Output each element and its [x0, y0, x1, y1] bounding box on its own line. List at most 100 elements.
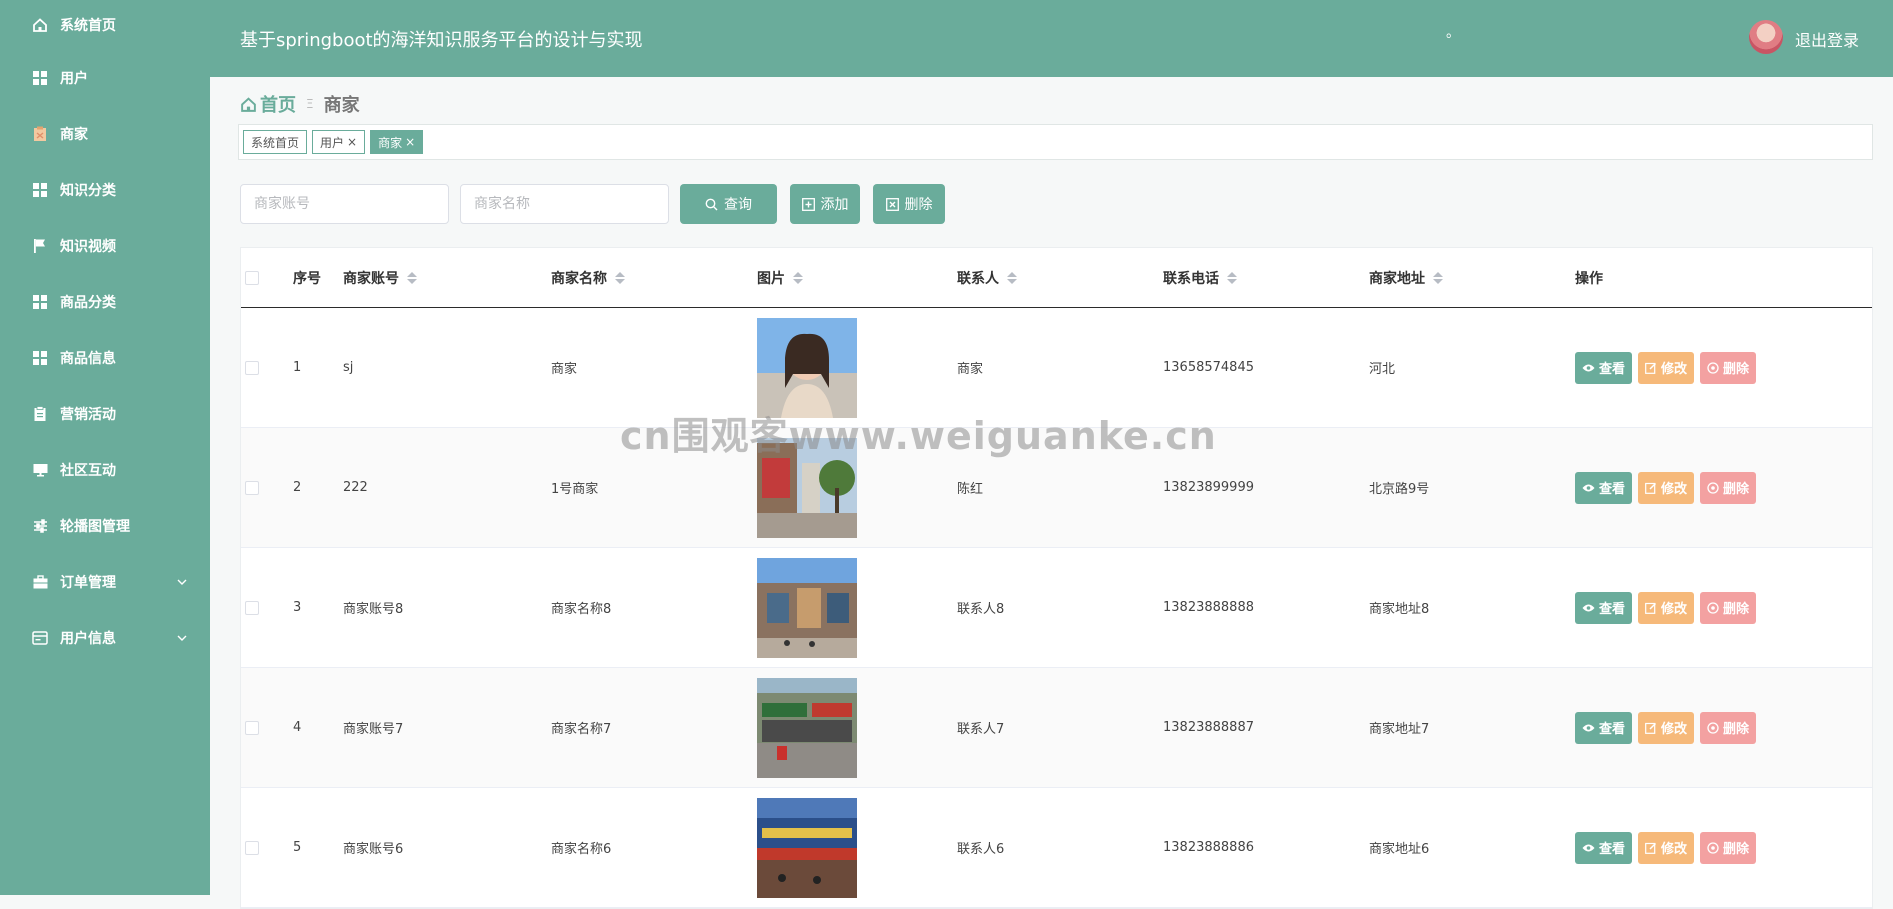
row-checkbox[interactable] — [245, 840, 259, 855]
tag-merchants[interactable]: 商家 × — [370, 130, 424, 154]
delete-label: 删除 — [1723, 481, 1750, 496]
edit-button[interactable]: 修改 — [1638, 471, 1695, 504]
sidebar-item-user-info[interactable]: 用户信息 — [0, 610, 210, 666]
sidebar-item-label: 商品信息 — [60, 351, 116, 367]
row-checkbox[interactable] — [245, 360, 259, 375]
clipboard-icon — [32, 406, 48, 422]
card-icon — [32, 630, 48, 646]
edit-button[interactable]: 修改 — [1638, 351, 1695, 384]
chevron-down-icon[interactable] — [176, 575, 188, 593]
view-button[interactable]: 查看 — [1575, 471, 1633, 504]
eye-icon — [1582, 484, 1595, 491]
edit-button[interactable]: 修改 — [1638, 711, 1695, 744]
sidebar-item-product-info[interactable]: 商品信息 — [0, 330, 210, 386]
cell-address: 商家地址7 — [1369, 722, 1430, 737]
edit-button[interactable]: 修改 — [1638, 591, 1695, 624]
sidebar-item-orders[interactable]: 订单管理 — [0, 554, 210, 610]
cell-account: 商家账号7 — [343, 722, 404, 737]
sidebar-item-home[interactable]: 系统首页 — [0, 0, 210, 50]
sidebar-item-knowledge-category[interactable]: 知识分类 — [0, 162, 210, 218]
sidebar-item-marketing[interactable]: 营销活动 — [0, 386, 210, 442]
row-checkbox[interactable] — [245, 480, 259, 495]
sort-icon[interactable] — [793, 271, 803, 284]
cell-name: 商家名称6 — [551, 842, 612, 857]
col-image-label: 图片 — [757, 270, 785, 287]
view-button[interactable]: 查看 — [1575, 591, 1633, 624]
edit-icon — [1645, 482, 1657, 494]
sort-icon[interactable] — [1433, 271, 1443, 284]
col-contact-label: 联系人 — [957, 270, 999, 287]
delete-button[interactable]: 删除 — [1700, 831, 1757, 864]
chevron-down-icon[interactable] — [176, 631, 188, 649]
cell-account: sj — [343, 360, 354, 375]
delete-button[interactable]: 删除 — [1700, 471, 1757, 504]
sidebar-item-knowledge-video[interactable]: 知识视频 — [0, 218, 210, 274]
avatar[interactable] — [1749, 20, 1783, 54]
sidebar-item-carousel[interactable]: 轮播图管理 — [0, 498, 210, 554]
edit-label: 修改 — [1661, 361, 1688, 376]
col-address[interactable]: 商家地址 — [1369, 268, 1575, 288]
sidebar-item-users[interactable]: 用户 — [0, 50, 210, 106]
view-button[interactable]: 查看 — [1575, 351, 1633, 384]
select-all-checkbox[interactable] — [245, 270, 259, 285]
delete-label: 删除 — [1723, 601, 1750, 616]
breadcrumb-current: 商家 — [323, 95, 360, 116]
row-checkbox[interactable] — [245, 720, 259, 735]
view-label: 查看 — [1599, 601, 1626, 616]
edit-label: 修改 — [1661, 601, 1688, 616]
cell-name: 商家名称8 — [551, 602, 612, 617]
sidebar-item-merchants[interactable]: 商家 — [0, 106, 210, 162]
col-account[interactable]: 商家账号 — [343, 268, 551, 288]
col-name[interactable]: 商家名称 — [551, 268, 757, 288]
merchant-photo — [757, 557, 857, 658]
view-button[interactable]: 查看 — [1575, 831, 1633, 864]
sidebar-item-product-category[interactable]: 商品分类 — [0, 274, 210, 330]
col-no: 序号 — [293, 270, 321, 287]
sort-icon[interactable] — [407, 271, 417, 284]
merchant-table: 序号 商家账号 商家名称 图片 联系人 联系电话 商家地址 操作 1 sj 商家… — [240, 247, 1873, 909]
sort-icon[interactable] — [1227, 271, 1237, 284]
cell-phone: 13823899999 — [1163, 480, 1254, 495]
plus-square-icon — [801, 197, 815, 211]
edit-button[interactable]: 修改 — [1638, 831, 1695, 864]
merchant-account-input[interactable] — [240, 184, 449, 224]
sort-icon[interactable] — [1007, 271, 1017, 284]
add-button[interactable]: 添加 — [790, 184, 860, 224]
breadcrumb-home[interactable]: 首页 — [240, 91, 296, 117]
app-title: 基于springboot的海洋知识服务平台的设计与实现 — [240, 30, 643, 51]
cell-phone: 13823888887 — [1163, 720, 1254, 735]
col-address-label: 商家地址 — [1369, 270, 1425, 287]
edit-icon — [1645, 722, 1657, 734]
cell-no: 1 — [293, 360, 302, 375]
sidebar-item-label: 社区互动 — [60, 463, 116, 479]
delete-button[interactable]: 删除 — [1700, 591, 1757, 624]
cell-account: 商家账号8 — [343, 602, 404, 617]
cell-phone: 13823888888 — [1163, 600, 1254, 615]
row-checkbox[interactable] — [245, 600, 259, 615]
cell-no: 4 — [293, 720, 302, 735]
home-icon — [32, 17, 48, 33]
edit-icon — [1645, 602, 1657, 614]
tag-label: 系统首页 — [251, 135, 300, 150]
close-icon[interactable]: × — [405, 135, 415, 149]
logout-link[interactable]: 退出登录 — [1795, 27, 1859, 51]
eye-icon — [1582, 604, 1595, 611]
sidebar-item-community[interactable]: 社区互动 — [0, 442, 210, 498]
tag-users[interactable]: 用户 × — [312, 130, 366, 154]
merchant-name-input[interactable] — [460, 184, 669, 224]
col-ops: 操作 — [1575, 270, 1603, 287]
close-icon[interactable]: × — [347, 135, 357, 149]
delete-button[interactable]: 删除 — [1700, 711, 1757, 744]
batch-delete-button[interactable]: 删除 — [873, 184, 945, 224]
view-button[interactable]: 查看 — [1575, 711, 1633, 744]
col-contact[interactable]: 联系人 — [957, 268, 1163, 288]
table-row: 3 商家账号8 商家名称8 联系人8 13823888888 商家地址8 查看 … — [241, 548, 1872, 668]
delete-button[interactable]: 删除 — [1700, 351, 1757, 384]
sort-icon[interactable] — [615, 271, 625, 284]
sidebar-item-label: 知识分类 — [60, 183, 116, 199]
query-button[interactable]: 查询 — [680, 184, 777, 224]
tag-home[interactable]: 系统首页 — [243, 130, 308, 154]
col-image[interactable]: 图片 — [757, 268, 957, 288]
col-phone[interactable]: 联系电话 — [1163, 268, 1369, 288]
edit-label: 修改 — [1661, 481, 1688, 496]
